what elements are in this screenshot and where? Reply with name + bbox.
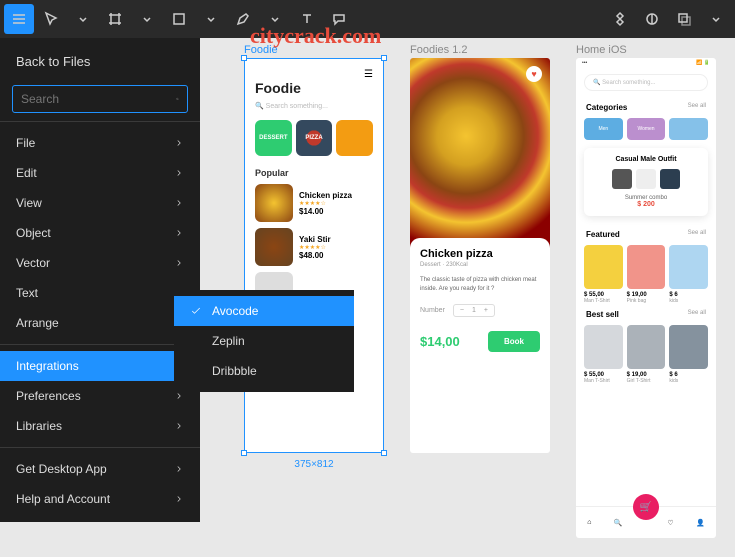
product-card: $ 55,00Man T-Shirt [584, 245, 623, 304]
product-description: The classic taste of pizza with chicken … [420, 276, 540, 294]
menu-item-preferences[interactable]: Preferences [0, 381, 200, 411]
menu-item-help-and-account[interactable]: Help and Account [0, 484, 200, 514]
cart-fab: 🛒 [633, 494, 659, 520]
selection-handle[interactable] [241, 55, 247, 61]
list-item: Chicken pizza ★★★★☆ $14.00 [255, 184, 373, 222]
section-header: Popular [255, 168, 373, 178]
menu-item-vector[interactable]: Vector [0, 248, 200, 278]
search-input[interactable] [21, 92, 176, 106]
product-card: $ 19,00Pink bag [627, 245, 666, 304]
submenu-item-zeplin[interactable]: Zeplin [174, 326, 354, 356]
menu-search[interactable] [12, 85, 188, 113]
selection-handle[interactable] [381, 450, 387, 456]
artboard-label[interactable]: Home iOS [576, 44, 627, 56]
dimension-label: 375×812 [294, 459, 333, 470]
watermark: citycrack.com [250, 23, 381, 49]
layers-icon[interactable] [669, 4, 699, 34]
rect-icon[interactable] [164, 4, 194, 34]
menu-item-text[interactable]: Text [0, 278, 200, 308]
category-chip [336, 120, 373, 156]
product-card: $ 6kids [669, 325, 708, 384]
chevron-down-icon[interactable] [68, 4, 98, 34]
app-title: Foodie [255, 80, 373, 96]
submenu-item-dribbble[interactable]: Dribbble [174, 356, 354, 386]
integrations-submenu: AvocodeZeplinDribbble [174, 290, 354, 392]
category-chip: DESSERT [255, 120, 292, 156]
selection-handle[interactable] [241, 450, 247, 456]
section-header: Featured [586, 230, 620, 239]
main-menu: Back to Files FileEditViewObjectVectorTe… [0, 38, 200, 522]
category-chip [669, 118, 708, 140]
chevron-down-icon[interactable] [196, 4, 226, 34]
pointer-icon[interactable] [36, 4, 66, 34]
search-icon [176, 93, 179, 105]
artboard-foodie[interactable]: 375×812 ☰ Foodie 🔍 Search something... D… [244, 58, 384, 453]
menu-icon[interactable] [4, 4, 34, 34]
qty-label: Number [420, 307, 445, 314]
hero-image: ♥ [410, 58, 550, 253]
submenu-item-avocode[interactable]: Avocode [174, 296, 354, 326]
artboard-label[interactable]: Foodies 1.2 [410, 44, 467, 56]
quantity-stepper: −1+ [453, 304, 495, 317]
product-card: $ 19,00Girl T-Shirt [627, 325, 666, 384]
category-chip: Women [627, 118, 666, 140]
search-placeholder: 🔍 Search something... [584, 74, 708, 91]
outfit-card: Casual Male Outfit Summer combo $ 200 [584, 148, 708, 216]
menu-item-edit[interactable]: Edit [0, 158, 200, 188]
menu-item-file[interactable]: File [0, 128, 200, 158]
menu-item-arrange[interactable]: Arrange [0, 308, 200, 338]
contrast-icon[interactable] [637, 4, 667, 34]
frame-icon[interactable] [100, 4, 130, 34]
book-button: Book [488, 331, 540, 352]
product-card: $ 6kids [669, 245, 708, 304]
chevron-down-icon[interactable] [132, 4, 162, 34]
section-header: Best sell [586, 310, 619, 319]
back-to-files[interactable]: Back to Files [0, 46, 200, 77]
heart-icon: ♥ [526, 66, 542, 82]
product-subtitle: Dessert · 230Kcal [420, 262, 540, 268]
components-icon[interactable] [605, 4, 635, 34]
menu-item-libraries[interactable]: Libraries [0, 411, 200, 441]
section-header: Categories [586, 103, 627, 112]
artboard-home-ios[interactable]: •••📶 🔋 🔍 Search something... CategoriesS… [576, 58, 716, 538]
menu-item-object[interactable]: Object [0, 218, 200, 248]
chevron-down-icon[interactable] [701, 4, 731, 34]
category-chip: Men [584, 118, 623, 140]
product-title: Chicken pizza [420, 248, 540, 260]
menu-item-view[interactable]: View [0, 188, 200, 218]
menu-item-get-desktop-app[interactable]: Get Desktop App [0, 454, 200, 484]
artboard-foodies-detail[interactable]: ♥ Chicken pizza Dessert · 230Kcal The cl… [410, 58, 550, 453]
selection-handle[interactable] [381, 55, 387, 61]
search-placeholder: 🔍 Search something... [255, 102, 373, 110]
category-chip: PIZZA [296, 120, 333, 156]
list-item: Yaki Stir ★★★★☆ $48.00 [255, 228, 373, 266]
price: $14,00 [420, 334, 460, 349]
product-card: $ 55,00Man T-Shirt [584, 325, 623, 384]
menu-item-integrations[interactable]: Integrations [0, 351, 200, 381]
